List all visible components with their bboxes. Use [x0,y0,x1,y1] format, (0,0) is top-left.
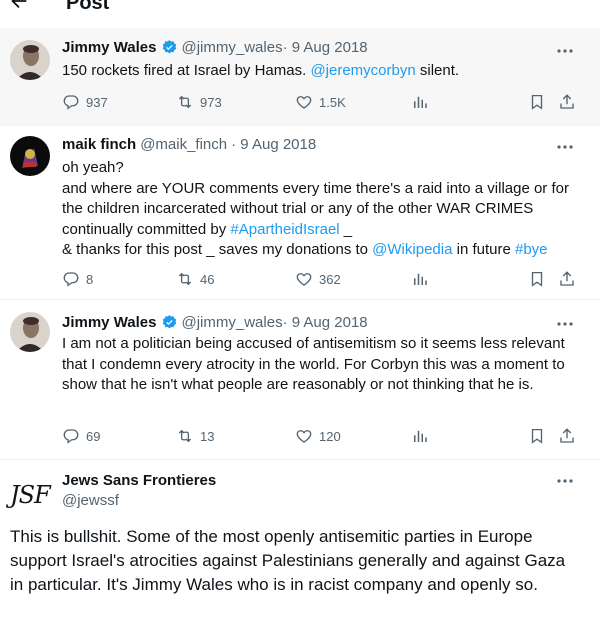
author-handle[interactable]: @maik_finch [140,136,227,153]
reply-button[interactable]: 69 [62,427,100,445]
views-button[interactable] [411,270,435,288]
retweet-icon [178,95,192,109]
share-icon [560,271,574,286]
mention-link[interactable]: @Wikipedia [372,241,452,258]
verified-badge-icon [162,40,176,54]
views-icon [414,430,427,442]
tweet-actions: 8 46 362 [62,270,582,290]
like-count: 1.5K [319,94,346,110]
bookmark-icon [531,428,543,444]
more-icon[interactable] [556,48,574,54]
back-arrow-icon[interactable] [8,0,30,12]
reply-count: 937 [86,94,108,110]
like-button[interactable]: 120 [295,427,341,445]
avatar[interactable] [10,40,50,80]
retweet-icon [178,272,192,286]
retweet-button[interactable]: 973 [176,93,222,111]
more-icon[interactable] [556,478,574,484]
tweet-text: oh yeah? and where are YOUR comments eve… [62,159,569,258]
main-tweet[interactable]: JSF Jews Sans Frontieres @jewssf This is… [0,460,600,626]
mention-link[interactable]: @jeremycorbyn [310,62,415,79]
tweet-date[interactable]: · 9 Aug 2018 [231,136,316,153]
author-name[interactable]: Jimmy Wales [62,314,157,331]
share-icon [560,428,574,443]
views-button[interactable] [411,427,435,445]
tweet-text: 150 rockets fired at Israel by Hamas. @j… [62,62,460,79]
tweet-actions: 937 973 1.5K [62,93,582,113]
tweet-header: Jimmy Wales @jimmy_wales · 9 Aug 2018 [62,39,368,56]
views-icon [414,96,427,108]
retweet-count: 973 [200,94,222,110]
author-handle[interactable]: @jimmy_wales [182,39,283,56]
reply-button[interactable]: 8 [62,270,93,288]
retweet-count: 13 [200,428,215,444]
bookmark-button[interactable] [528,270,552,288]
hashtag-link[interactable]: #ApartheidIsrael [230,221,339,238]
author-handle[interactable]: @jimmy_wales [182,314,283,331]
views-icon [414,273,427,285]
views-button[interactable] [411,93,435,111]
reply-icon [63,429,79,444]
reply-count: 8 [86,271,94,287]
author-handle[interactable]: @jewssf [62,492,119,509]
reply-icon [63,272,79,287]
share-button[interactable] [558,270,582,288]
author-name[interactable]: Jews Sans Frontieres [62,472,216,489]
reply-button[interactable]: 937 [62,93,108,111]
avatar[interactable] [10,312,50,352]
retweet-count: 46 [200,271,215,287]
reply-count: 69 [86,428,101,444]
tweet[interactable]: Jimmy Wales @jimmy_wales · 9 Aug 2018 15… [0,28,600,126]
tweet-text: I am not a politician being accused of a… [62,335,565,393]
tweet-date[interactable]: · 9 Aug 2018 [283,314,368,331]
like-icon [296,430,312,443]
retweet-button[interactable]: 46 [176,270,214,288]
like-button[interactable]: 362 [295,270,341,288]
retweet-button[interactable]: 13 [176,427,214,445]
tweet-actions: 69 13 120 [62,427,582,447]
like-button[interactable]: 1.5K [295,93,346,111]
tweet-text: This is bullshit. Some of the most openl… [10,527,566,594]
author-name[interactable]: Jimmy Wales [62,39,157,56]
reply-icon [63,95,79,110]
tweet[interactable]: Jimmy Wales @jimmy_wales · 9 Aug 2018 I … [0,300,600,460]
page-title: Post [66,0,110,14]
bookmark-button[interactable] [528,427,552,445]
retweet-icon [178,429,192,443]
share-icon [560,94,574,109]
tweet-header: maik finch @maik_finch · 9 Aug 2018 [62,136,316,153]
like-icon [296,96,312,109]
page-header: Post [0,0,600,28]
more-icon[interactable] [556,144,574,150]
avatar[interactable]: JSF [10,475,51,515]
author-name[interactable]: maik finch [62,136,136,153]
like-icon [296,273,312,286]
like-count: 362 [319,271,341,287]
hashtag-link[interactable]: #bye [515,241,548,258]
bookmark-icon [531,271,543,287]
tweet-date[interactable]: · 9 Aug 2018 [283,39,368,56]
tweet-header: Jimmy Wales @jimmy_wales · 9 Aug 2018 [62,314,368,331]
verified-badge-icon [162,315,176,329]
share-button[interactable] [558,427,582,445]
more-icon[interactable] [556,321,574,327]
bookmark-icon [531,94,543,110]
tweet[interactable]: maik finch @maik_finch · 9 Aug 2018 oh y… [0,126,600,300]
bookmark-button[interactable] [528,93,552,111]
avatar[interactable] [10,136,50,176]
share-button[interactable] [558,93,582,111]
like-count: 120 [319,428,341,444]
